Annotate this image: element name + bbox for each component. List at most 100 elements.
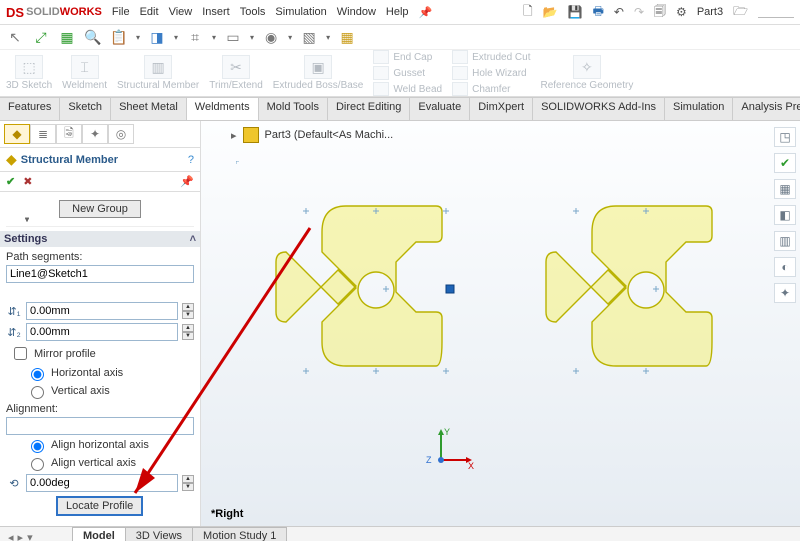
tab-direct-editing[interactable]: Direct Editing — [327, 98, 410, 120]
tab-weldments[interactable]: Weldments — [186, 97, 259, 119]
isometric-icon[interactable]: ◨ — [148, 28, 166, 46]
hidden-lines-icon[interactable]: ▦ — [338, 28, 356, 46]
ribbon-trim-extend[interactable]: ✂Trim/Extend — [209, 50, 263, 96]
select-icon[interactable]: ↖ — [6, 28, 24, 46]
ribbon-gusset[interactable]: Gusset — [373, 66, 442, 80]
menu-view[interactable]: View — [169, 6, 193, 19]
cancel-icon[interactable]: ✖ — [23, 175, 32, 188]
view-orientation-icon[interactable]: ▧ — [300, 28, 318, 46]
tab-analysis-prep[interactable]: Analysis Preparation — [732, 98, 800, 120]
fm-tab-tree[interactable]: ≣ — [30, 124, 56, 144]
tab-sketch[interactable]: Sketch — [59, 98, 111, 120]
ribbon-chamfer[interactable]: Chamfer — [452, 82, 530, 96]
svg-text:X: X — [468, 461, 474, 471]
menu-help[interactable]: Help — [386, 6, 409, 19]
mirror-profile-checkbox[interactable]: Mirror profile — [10, 344, 194, 363]
open-icon[interactable]: 📂▾ — [543, 5, 558, 19]
view-settings-icon[interactable]: ◧ — [774, 205, 796, 225]
quick-access-toolbar: ↖ ⤢ ▦ 🔍 📋 ▾ ◨ ▾ ⌗ ▾ ▭ ▾ ◉ ▾ ▧ ▾ ▦ — [0, 25, 800, 50]
accept-icon[interactable]: ✔ — [6, 175, 15, 188]
menu-edit[interactable]: Edit — [140, 6, 159, 19]
ribbon-extruded-boss[interactable]: ▣Extruded Boss/Base — [273, 50, 364, 96]
tab-mold-tools[interactable]: Mold Tools — [258, 98, 328, 120]
new-doc-icon[interactable]: 🗋▾ — [523, 2, 533, 23]
bottom-next-icon[interactable]: ▸ — [18, 531, 24, 541]
save-icon[interactable]: 💾▾ — [568, 5, 583, 19]
ribbon-weld-bead[interactable]: Weld Bead — [373, 82, 442, 96]
scene-icon[interactable]: ▦ — [774, 179, 796, 199]
ribbon-weldment[interactable]: ⌶Weldment — [62, 50, 107, 96]
angle-icon: ⟲ — [6, 477, 22, 490]
angle-spinner[interactable]: ▲▼ — [182, 475, 194, 491]
view-cube-icon[interactable]: ▦ — [58, 28, 76, 46]
zoom-fit-icon[interactable]: ⤢ — [32, 28, 50, 46]
appearances-icon[interactable]: ◉ — [262, 28, 280, 46]
tab-evaluate[interactable]: Evaluate — [409, 98, 470, 120]
fm-tab-extra[interactable]: ◎ — [108, 124, 134, 144]
view-cube-icon[interactable]: ◳ — [774, 127, 796, 147]
options-icon[interactable]: ⚙▾ — [676, 5, 687, 19]
graphics-viewport[interactable]: ▸ Part3 (Default<As Machi... — [201, 121, 800, 526]
menu-file[interactable]: File — [112, 6, 130, 19]
menu-window[interactable]: Window — [337, 6, 376, 19]
ribbon-extruded-cut[interactable]: Extruded Cut — [452, 50, 530, 64]
ribbon-end-cap[interactable]: End Cap — [373, 50, 442, 64]
tab-simulation[interactable]: Simulation — [664, 98, 733, 120]
d1-input[interactable] — [26, 302, 178, 320]
redo-icon[interactable]: ↷ — [634, 5, 644, 19]
ribbon-reference-geometry[interactable]: ✧Reference Geometry — [541, 50, 634, 96]
camera-icon[interactable]: ▥ — [774, 231, 796, 251]
search-field-placeholder[interactable] — [758, 7, 794, 18]
tab-sheet-metal[interactable]: Sheet Metal — [110, 98, 187, 120]
ribbon-3d-sketch[interactable]: ⬚3D Sketch — [6, 50, 52, 96]
display-style-icon[interactable]: ▭ — [224, 28, 242, 46]
bottom-tab-3dviews[interactable]: 3D Views — [125, 527, 193, 541]
menu-insert[interactable]: Insert — [202, 6, 230, 19]
decals-icon[interactable]: ◐ — [774, 257, 796, 277]
mirror-horizontal-radio[interactable]: Horizontal axis — [26, 365, 194, 381]
rebuild-icon[interactable]: 🗐▾ — [654, 2, 666, 23]
locate-profile-button[interactable]: Locate Profile — [56, 496, 143, 516]
bottom-tab-model[interactable]: Model — [72, 527, 126, 541]
fm-tab-property[interactable]: ◆ — [4, 124, 30, 144]
tab-features[interactable]: Features — [0, 98, 60, 120]
alignment-label: Alignment: — [6, 403, 194, 415]
print-icon[interactable]: 🖶▾ — [593, 2, 604, 23]
new-group-button[interactable]: New Group — [59, 200, 141, 218]
magnify-icon[interactable]: 🔍 — [84, 28, 102, 46]
lights-icon[interactable]: ✦ — [774, 283, 796, 303]
property-header: ◆ Structural Member ? — [0, 148, 200, 172]
align-vertical-radio[interactable]: Align vertical axis — [26, 455, 194, 471]
angle-input[interactable] — [26, 474, 178, 492]
bottom-tab-motion[interactable]: Motion Study 1 — [192, 527, 287, 541]
mirror-vertical-radio[interactable]: Vertical axis — [26, 383, 194, 399]
alignment-input[interactable] — [6, 417, 194, 435]
menu-tools[interactable]: Tools — [240, 6, 266, 19]
undo-icon[interactable]: ↶▾ — [614, 5, 624, 19]
breadcrumb[interactable]: ▸ Part3 (Default<As Machi... — [231, 127, 393, 143]
d2-input[interactable] — [26, 323, 178, 341]
help-icon[interactable]: ? — [188, 154, 194, 166]
menu-simulation[interactable]: Simulation — [275, 6, 326, 19]
command-tabs: Features Sketch Sheet Metal Weldments Mo… — [0, 97, 800, 121]
ribbon-hole-wizard[interactable]: Hole Wizard — [452, 66, 530, 80]
tab-addins[interactable]: SOLIDWORKS Add-Ins — [532, 98, 665, 120]
d2-spinner[interactable]: ▲▼ — [182, 324, 194, 340]
copy-icon[interactable]: 📋 — [110, 28, 128, 46]
fm-tab-display[interactable]: ✦ — [82, 124, 108, 144]
d1-spinner[interactable]: ▲▼ — [182, 303, 194, 319]
bottom-list-icon[interactable]: ▾ — [27, 531, 33, 541]
tab-dimxpert[interactable]: DimXpert — [469, 98, 533, 120]
path-segments-input[interactable] — [6, 265, 194, 283]
appearance-icon[interactable]: ✔ — [774, 153, 796, 173]
pin-icon[interactable]: 📌 — [419, 6, 433, 19]
settings-section-header[interactable]: Settings˄ — [0, 231, 200, 247]
bottom-prev-icon[interactable]: ◂ — [8, 531, 14, 541]
pushpin-icon[interactable]: 📌 — [180, 175, 194, 188]
search-icon[interactable]: 🗁 — [733, 2, 748, 23]
section-icon[interactable]: ⌗ — [186, 28, 204, 46]
ribbon-stack-a: End Cap Gusset Weld Bead — [373, 50, 442, 96]
fm-tab-config[interactable]: 🗟 — [56, 124, 82, 144]
ribbon-structural-member[interactable]: ▥Structural Member — [117, 50, 199, 96]
align-horizontal-radio[interactable]: Align horizontal axis — [26, 437, 194, 453]
